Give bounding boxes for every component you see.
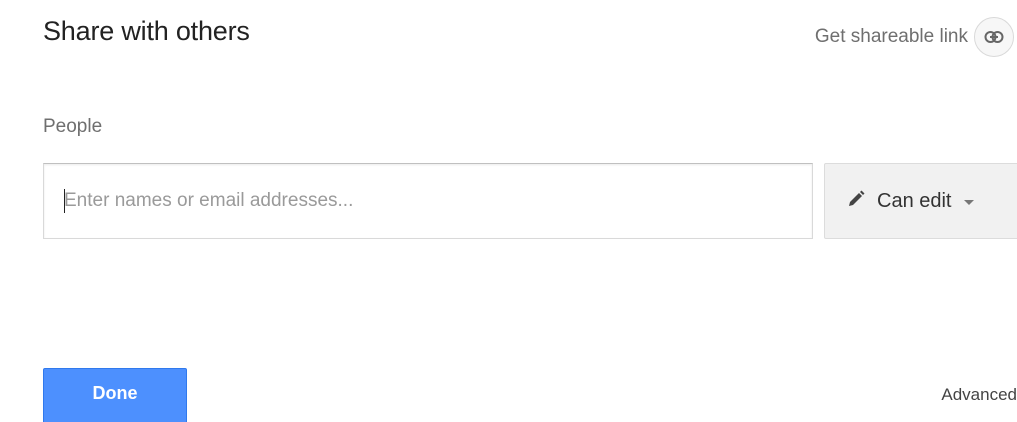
people-label: People xyxy=(43,116,103,137)
share-dialog: Share with others Get shareable link Peo… xyxy=(0,0,1017,422)
done-button[interactable]: Done xyxy=(43,368,187,422)
chevron-down-icon xyxy=(963,200,974,205)
link-icon xyxy=(974,17,1014,57)
pencil-icon xyxy=(847,190,865,213)
dialog-title: Share with others xyxy=(43,16,250,46)
text-caret xyxy=(64,189,65,213)
advanced-link[interactable]: Advanced xyxy=(941,385,1017,405)
get-shareable-link-button[interactable]: Get shareable link xyxy=(815,17,1014,57)
people-input[interactable] xyxy=(43,163,813,239)
permission-label: Can edit xyxy=(877,189,952,212)
shareable-link-label: Get shareable link xyxy=(814,26,968,47)
permission-dropdown[interactable]: Can edit xyxy=(824,163,1017,239)
